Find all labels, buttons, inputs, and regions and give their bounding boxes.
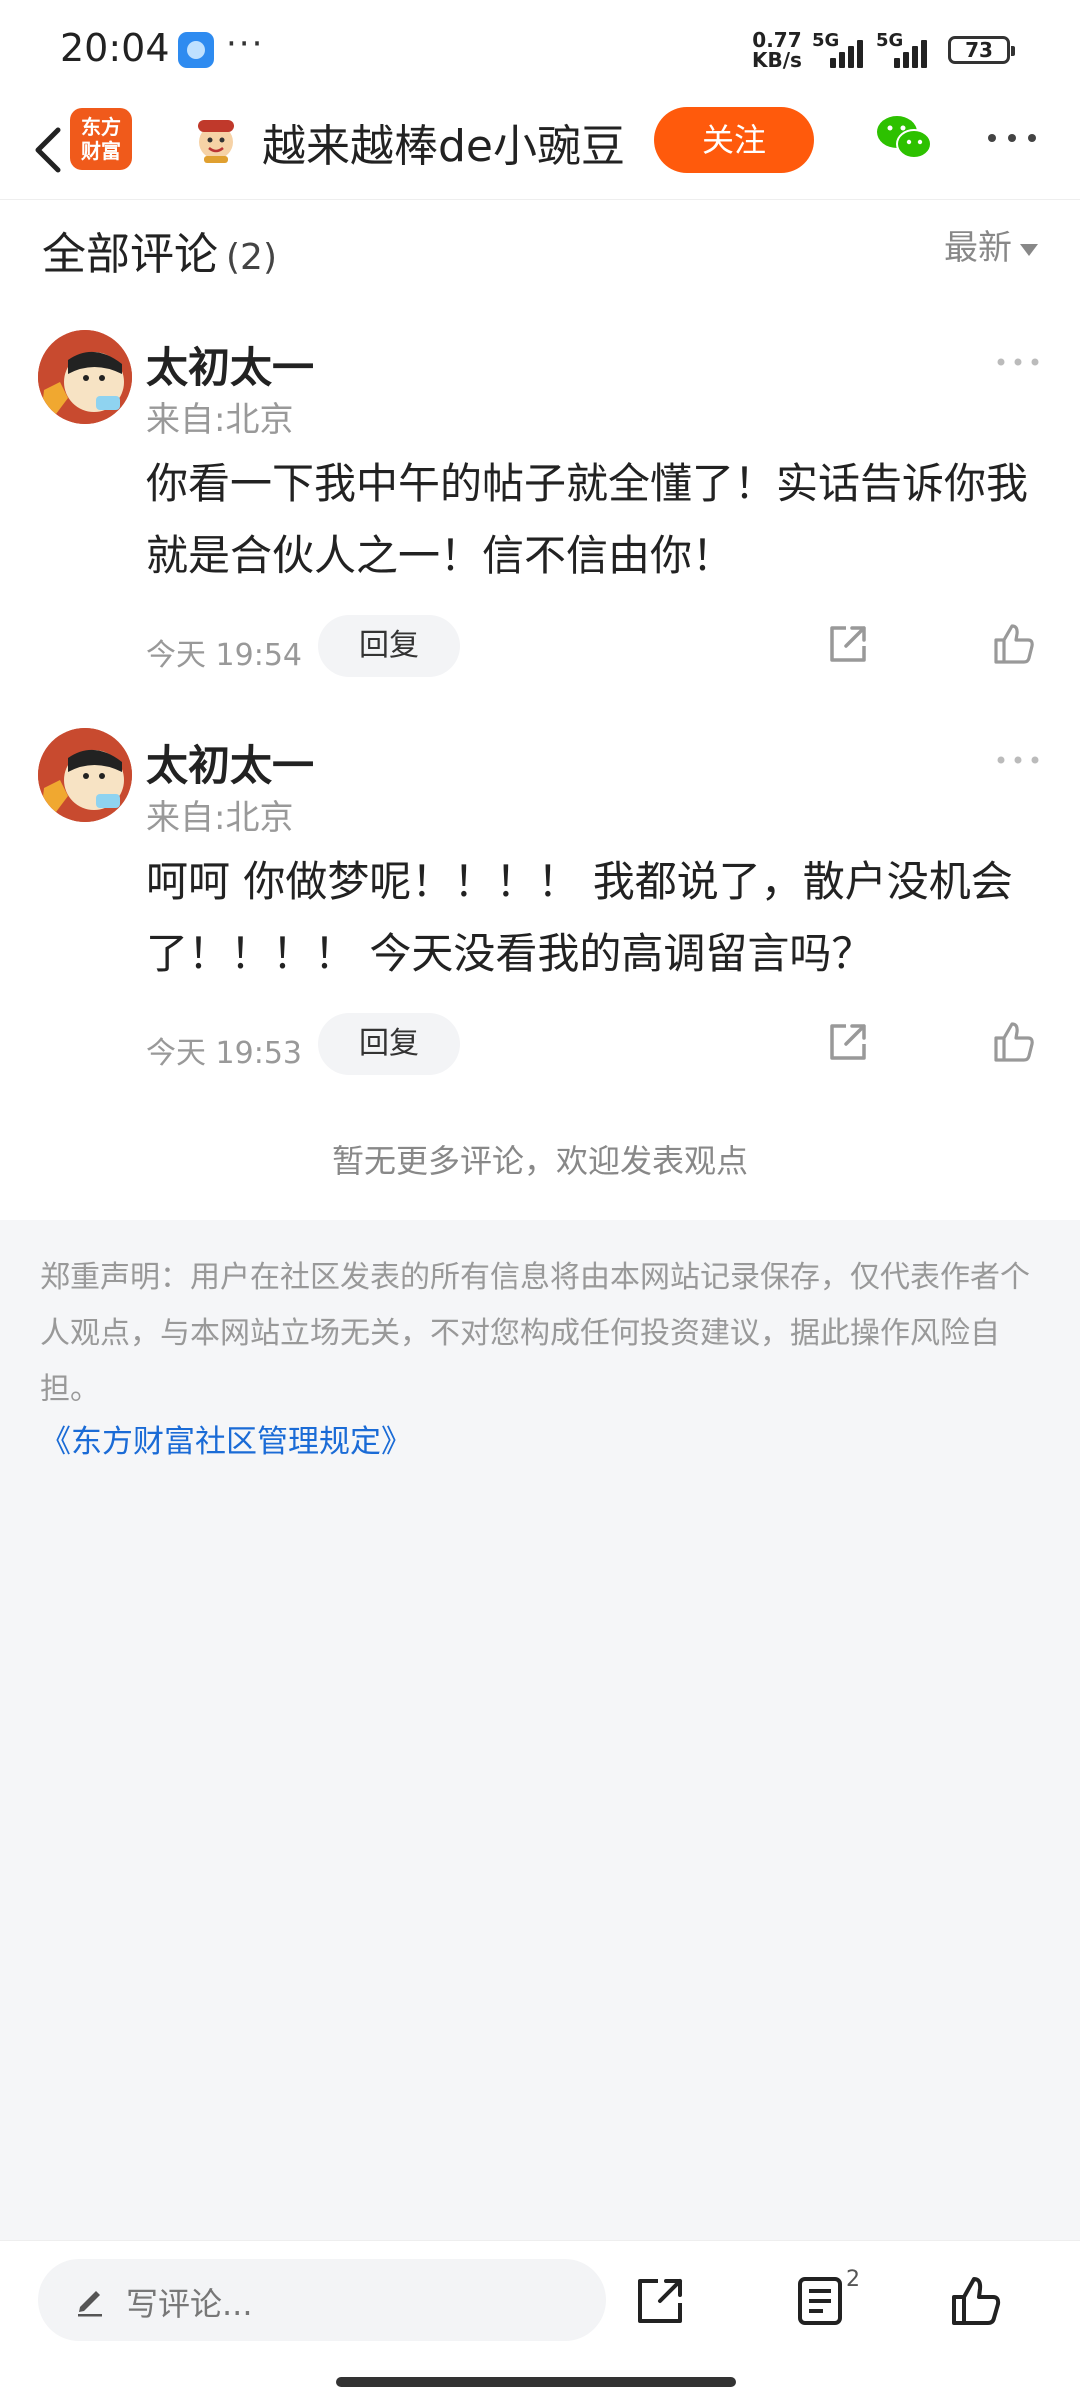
status-bar: 20:04 ··· 0.77 KB/s 5G 5G 73 <box>0 0 1080 100</box>
pen-icon <box>78 2291 102 2317</box>
network-type: 5G <box>812 30 840 51</box>
bottom-action-bar: 写评论... 2 <box>0 2240 1080 2400</box>
owner-avatar[interactable] <box>190 112 242 164</box>
network-speed-value: 0.77 <box>752 28 802 52</box>
comment-location: 来自:北京 <box>146 798 294 838</box>
comment-author[interactable]: 太初太一 <box>146 334 314 395</box>
notification-more-icon: ··· <box>226 24 265 64</box>
comment-input-placeholder: 写评论... <box>126 2285 253 2323</box>
comments-count: (2) <box>226 237 277 278</box>
sort-label: 最新 <box>944 228 1012 268</box>
comment-text: 呵呵 你做梦呢！！！！ 我都说了，散户没机会了！！！！ 今天没看我的高调留言吗？ <box>146 857 1013 978</box>
network-speed-unit: KB/s <box>752 48 802 72</box>
comment-input[interactable]: 写评论... <box>38 2259 606 2341</box>
caret-down-icon <box>1020 243 1038 256</box>
comment-item: 太初太一 来自:北京 你看一下我中午的帖子就全懂了！实话告诉你我就是合伙人之一！… <box>0 330 1080 730</box>
share-icon[interactable] <box>824 1018 872 1066</box>
no-more-comments: 暂无更多评论，欢迎发表观点 <box>331 1142 748 1180</box>
sort-dropdown[interactable]: 最新 <box>944 220 1038 269</box>
home-indicator[interactable] <box>336 2377 736 2387</box>
battery-level: 73 <box>965 38 993 62</box>
status-time: 20:04 <box>60 26 170 70</box>
network-type: 5G <box>876 30 904 51</box>
comment-item: 太初太一 来自:北京 呵呵 你做梦呢！！！！ 我都说了，散户没机会了！！！！ 今… <box>0 728 1080 1128</box>
comment-author[interactable]: 太初太一 <box>146 732 314 793</box>
signal-icon: 5G <box>876 30 938 68</box>
comments-title: 全部评论 (2) <box>42 218 277 282</box>
share-icon[interactable] <box>634 2275 686 2327</box>
owner-name[interactable]: 越来越棒de小豌豆 <box>262 110 625 174</box>
comment-time: 今天 19:53 <box>146 1036 302 1071</box>
comment-count-badge: 2 <box>846 2267 860 2292</box>
reply-button[interactable]: 回复 <box>318 615 460 677</box>
reply-button[interactable]: 回复 <box>318 1013 460 1075</box>
commenter-avatar[interactable] <box>38 728 132 822</box>
like-icon[interactable] <box>990 1018 1038 1066</box>
comment-more-icon[interactable] <box>996 356 1040 368</box>
follow-button[interactable]: 关注 <box>654 107 814 173</box>
disclaimer-text: 郑重声明：用户在社区发表的所有信息将由本网站记录保存，仅代表作者个人观点，与本网… <box>40 1260 1030 1407</box>
browser-app-icon <box>178 32 214 68</box>
community-rules-link[interactable]: 《东方财富社区管理规定》 <box>40 1416 412 1461</box>
comment-time: 今天 19:54 <box>146 638 302 673</box>
comment-more-icon[interactable] <box>996 754 1040 766</box>
commenter-avatar[interactable] <box>38 330 132 424</box>
signal-icon: 5G <box>812 30 874 68</box>
more-options-icon[interactable] <box>984 118 1040 158</box>
comment-text: 你看一下我中午的帖子就全懂了！实话告诉你我就是合伙人之一！信不信由你！ <box>146 459 1029 580</box>
share-icon[interactable] <box>824 620 872 668</box>
wechat-share-icon[interactable] <box>874 112 934 164</box>
battery-icon: 73 <box>948 36 1015 64</box>
comment-location: 来自:北京 <box>146 400 294 440</box>
eastmoney-logo[interactable]: 东方 财富 <box>70 108 132 170</box>
comments-title-label: 全部评论 <box>42 229 218 280</box>
comments-section: 全部评论 (2) 最新 太初太一 来自:北京 你看一下我中午的帖子就全懂了！实话告… <box>0 200 1080 1220</box>
comments-list-icon[interactable] <box>796 2275 844 2327</box>
network-speed: 0.77 KB/s <box>752 30 802 70</box>
like-icon[interactable] <box>948 2273 1004 2329</box>
like-icon[interactable] <box>990 620 1038 668</box>
